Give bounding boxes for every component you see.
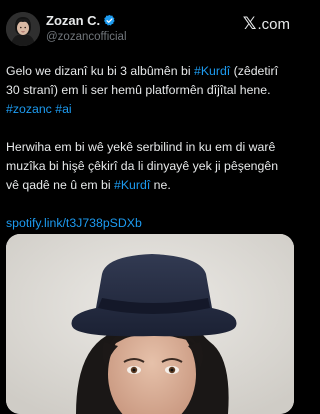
tweet-media-image[interactable] [6,234,294,414]
author-handle[interactable]: @zozancofficial [46,31,127,43]
author-name-row[interactable]: Zozan C. [46,13,116,28]
hashtag-link[interactable]: #Kurdî [114,178,150,192]
portrait-image [6,234,294,414]
hashtag-link[interactable]: #Kurdî [194,64,230,78]
display-name[interactable]: Zozan C. [46,13,100,28]
tweet-paragraph-2: Herwiha em bi wê yekê serbilind in ku em… [6,138,294,195]
hashtag-link[interactable]: #ai [55,102,71,116]
hashtag-link[interactable]: #zozanc [6,102,52,116]
verified-badge-icon [104,14,115,26]
tweet-header: Zozan C. @zozancofficial 𝕏 .com [0,0,300,52]
watermark-text: .com [257,15,290,33]
tweet-text-segment: Gelo we dizanî ku bi 3 albûmên bi [6,64,194,78]
tweet-paragraph-1: Gelo we dizanî ku bi 3 albûmên bi #Kurdî… [6,62,294,119]
tweet-text: Gelo we dizanî ku bi 3 albûmên bi #Kurdî… [6,62,294,252]
tweet-text-segment: ne. [150,178,171,192]
x-logo-icon: 𝕏 [242,14,257,33]
avatar-image [6,12,40,46]
x-watermark: 𝕏 .com [243,14,290,34]
avatar[interactable] [6,12,40,46]
spotify-link[interactable]: spotify.link/t3J738pSDXb [6,216,142,230]
tweet-paragraph-3: spotify.link/t3J738pSDXb [6,214,294,233]
